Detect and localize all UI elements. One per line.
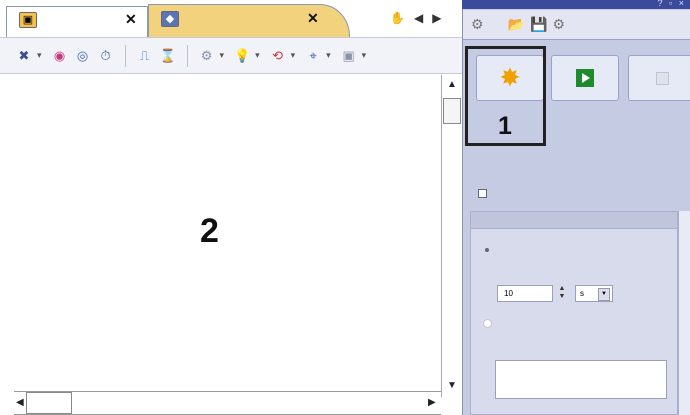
hourglass-icon[interactable]: ⌛: [158, 47, 178, 65]
tab-document-2[interactable]: ◆ ✕: [148, 4, 350, 37]
scroll-right-icon[interactable]: ▶: [428, 397, 436, 408]
panel-toolbar: ⚙ 📂 💾 ⚙: [463, 10, 690, 40]
chevron-down-icon[interactable]: ▼: [598, 288, 610, 301]
eye-icon[interactable]: ◎: [73, 47, 93, 65]
panel-title-bar: ? ▫ ×: [462, 0, 690, 9]
object-icon: ◆: [161, 11, 179, 27]
main-toolbar: ✖ ▾ ◉ ◎ ⏱ ⎍ ⌛ ⚙ ▾ 💡 ▾ ⟲ ▾ ⌖ ▾ ▣ ▾: [0, 37, 462, 74]
config-icon[interactable]: ⚙: [552, 16, 565, 33]
unit-select[interactable]: s ▼: [575, 285, 613, 302]
panel-scrollbar[interactable]: [678, 211, 690, 415]
screen-dropdown-icon[interactable]: ▾: [362, 50, 367, 61]
arrows-dropdown-icon[interactable]: ▾: [291, 50, 296, 61]
settings-group-header[interactable]: [471, 212, 677, 229]
globe-icon[interactable]: ◉: [50, 47, 70, 65]
target-icon[interactable]: ⌖: [303, 47, 323, 65]
option-bullet: [485, 248, 489, 252]
option-checkbox[interactable]: [478, 189, 487, 198]
close-tab-2-icon[interactable]: ✕: [307, 10, 319, 27]
scroll-left-icon[interactable]: ◀: [16, 397, 24, 408]
target-dropdown-icon[interactable]: ▾: [326, 50, 331, 61]
tab-document-1[interactable]: ▣ ✕: [6, 6, 148, 37]
screen-icon[interactable]: ▣: [339, 47, 359, 65]
hand-pan-icon[interactable]: ✋: [390, 11, 405, 25]
horizontal-scrollbar[interactable]: ◀ ▶: [14, 391, 441, 415]
notes-textbox[interactable]: [495, 360, 667, 399]
folder-open-icon[interactable]: 📂: [508, 16, 525, 33]
stepper-down-icon[interactable]: ▼: [556, 293, 568, 301]
stop-icon: [655, 71, 669, 85]
callout-label-1: 1: [498, 112, 512, 140]
vertical-scroll-thumb[interactable]: [443, 98, 461, 124]
scroll-up-icon[interactable]: ▲: [447, 79, 457, 90]
callout-label-2: 2: [200, 212, 219, 250]
toolbar-divider: [124, 44, 126, 67]
interval-input[interactable]: 10: [497, 285, 553, 302]
document-canvas[interactable]: [0, 75, 440, 387]
settings-icon[interactable]: ⚙: [471, 16, 484, 33]
tab-navigation: ✋ ◀ ▶: [390, 11, 441, 25]
timer-icon[interactable]: ⏱: [96, 47, 116, 65]
gear-dropdown-icon[interactable]: ▾: [220, 50, 225, 61]
scene-icon: ▣: [19, 12, 37, 28]
save-icon[interactable]: 💾: [530, 16, 547, 33]
play-icon: [576, 69, 594, 87]
scroll-down-icon[interactable]: ▼: [447, 380, 457, 391]
gear-icon[interactable]: ⚙: [197, 47, 217, 65]
panel-window-controls[interactable]: ? ▫ ×: [658, 0, 686, 8]
close-tab-1-icon[interactable]: ✕: [125, 11, 137, 28]
horizontal-scroll-thumb[interactable]: [26, 392, 72, 414]
pin-icon[interactable]: ✖: [14, 47, 34, 65]
stepper-up-icon[interactable]: ▲: [556, 285, 568, 293]
pin-dropdown-icon[interactable]: ▾: [37, 50, 42, 61]
bulb-dropdown-icon[interactable]: ▾: [255, 50, 260, 61]
stop-button[interactable]: [628, 55, 690, 101]
interval-stepper[interactable]: ▲ ▼: [556, 285, 568, 302]
arrows-icon[interactable]: ⟲: [268, 47, 288, 65]
unit-value: s: [580, 289, 584, 298]
toolbar-divider: [186, 44, 188, 67]
tab-next-icon[interactable]: ▶: [432, 11, 441, 25]
play-button[interactable]: [551, 55, 619, 101]
tab-prev-icon[interactable]: ◀: [414, 11, 423, 25]
step-icon[interactable]: ⎍: [135, 47, 155, 65]
bulb-icon[interactable]: 💡: [232, 47, 252, 65]
option-radio[interactable]: [483, 319, 492, 328]
